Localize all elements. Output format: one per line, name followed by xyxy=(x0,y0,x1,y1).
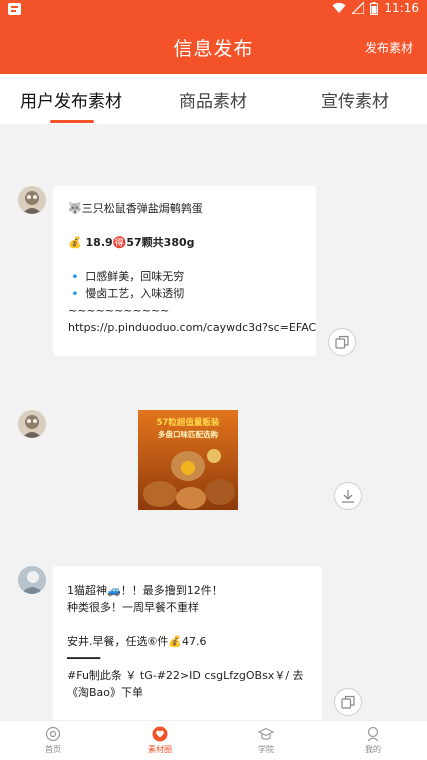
product-photo: 57粒超值量贩装 多盘口味匹配选购 xyxy=(138,410,238,510)
copy-icon xyxy=(341,695,355,709)
post-line: ~~~~~~~~~~~ xyxy=(68,304,170,317)
copy-icon xyxy=(335,335,349,349)
profile-icon xyxy=(367,726,379,742)
publish-material-button[interactable]: 发布素材 xyxy=(365,39,413,56)
post-line: 1猫超神🚙！！最多撸到12件！ xyxy=(67,584,223,597)
copy-button[interactable] xyxy=(334,688,362,716)
material-feed[interactable]: 🐺三只松鼠香弹盐焗鹌鹑蛋 💰 18.9🉐57颗共380g 🔹 口感鲜美，回味无穷… xyxy=(0,124,427,720)
nav-item-material-circle[interactable]: 素材圈 xyxy=(120,726,200,755)
nav-label: 我的 xyxy=(365,745,381,754)
promo-line-1: 57粒超值量贩装 xyxy=(157,417,220,428)
home-icon xyxy=(45,726,61,742)
post-line: 💰 18.9🉐57颗共380g xyxy=(68,236,195,249)
academy-icon xyxy=(258,727,274,740)
post-link[interactable]: https://p.pinduoduo.com/caywdc3d?sc=EFAC xyxy=(68,319,316,336)
post-line: 🐺三只松鼠香弹盐焗鹌鹑蛋 xyxy=(68,202,203,215)
post-line: 🔹 慢卤工艺，入味透彻 xyxy=(68,287,185,300)
tab-promo-materials[interactable]: 宣传素材 xyxy=(284,87,426,112)
download-icon xyxy=(342,490,354,503)
material-tabs: 用户发布素材 商品素材 宣传素材 xyxy=(0,74,427,124)
post-line: 安井.早餐，任选⑥件💰47.6 xyxy=(67,635,207,648)
post-line-gap xyxy=(68,251,316,268)
battery-icon xyxy=(370,1,379,15)
post-1-avatar[interactable] xyxy=(18,186,46,214)
active-tab-indicator xyxy=(50,120,94,123)
post-3-text-bubble: 1猫超神🚙！！最多撸到12件！ 种类很多！一周早餐不重样 安井.早餐，任选⑥件💰… xyxy=(53,566,322,720)
material-circle-icon xyxy=(152,726,168,742)
post-1-text-bubble: 🐺三只松鼠香弹盐焗鹌鹑蛋 💰 18.9🉐57颗共380g 🔹 口感鲜美，回味无穷… xyxy=(53,186,316,356)
download-button[interactable] xyxy=(334,482,362,510)
wifi-icon xyxy=(332,2,346,14)
nav-label: 素材圈 xyxy=(148,745,172,754)
app-bar: 信息发布 发布素材 xyxy=(0,18,427,74)
post-line: 种类很多！一周早餐不重样 xyxy=(67,601,199,614)
nav-label: 学院 xyxy=(258,745,274,754)
post-2-product-image[interactable]: 57粒超值量贩装 多盘口味匹配选购 xyxy=(138,410,238,510)
post-line: ━━━━━ xyxy=(67,652,101,665)
status-bar: 11:16 xyxy=(0,0,427,18)
promo-line-2: 多盘口味匹配选购 xyxy=(158,429,218,439)
post-line: 《淘Bao》下单 xyxy=(67,686,144,699)
tab-product-materials[interactable]: 商品素材 xyxy=(142,87,284,112)
post-line-gap xyxy=(68,217,316,234)
page-title: 信息发布 xyxy=(173,38,254,60)
post-3-avatar[interactable] xyxy=(18,566,46,594)
post-2-avatar[interactable] xyxy=(18,410,46,438)
avatar-image xyxy=(18,566,46,594)
post-line: #Fu制此条 ￥ tG-#22>ID csgLfzgOBsx￥/ 去 xyxy=(67,669,304,682)
app-notification-icon xyxy=(8,3,21,15)
status-time: 11:16 xyxy=(384,1,419,15)
nav-label: 首页 xyxy=(45,745,61,754)
post-line: 🔹 口感鲜美，回味无穷 xyxy=(68,270,185,283)
copy-button[interactable] xyxy=(328,328,356,356)
bottom-nav: 首页 素材圈 学院 我的 xyxy=(0,720,427,760)
avatar-image xyxy=(18,410,46,438)
tab-user-materials[interactable]: 用户发布素材 xyxy=(0,87,142,112)
post-line-gap xyxy=(67,616,322,633)
cell-signal-icon xyxy=(352,2,365,14)
avatar-image xyxy=(18,186,46,214)
nav-item-profile[interactable]: 我的 xyxy=(333,726,413,755)
nav-item-home[interactable]: 首页 xyxy=(13,726,93,755)
nav-item-academy[interactable]: 学院 xyxy=(226,726,306,755)
